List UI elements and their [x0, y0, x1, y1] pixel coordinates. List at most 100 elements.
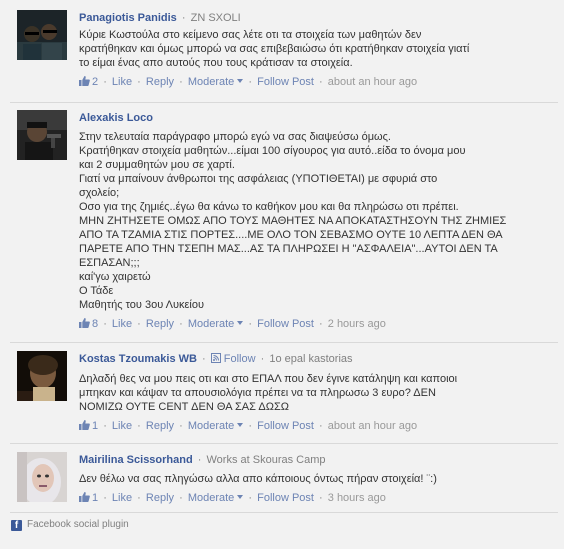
comment-line: Δηλαδή θες να μου πεις οτι και στο ΕΠΑΛ …	[79, 373, 458, 385]
comment-text: Στην τελευταία παράγραφο μπορώ εγώ να σα…	[79, 130, 549, 312]
reply-link[interactable]: Reply	[146, 76, 174, 88]
separator-dot: ·	[248, 492, 253, 504]
like-count[interactable]: 1	[92, 492, 98, 504]
like-count[interactable]: 2	[92, 76, 98, 88]
author-name[interactable]: Panagiotis Panidis	[79, 12, 177, 24]
footer-label: Facebook social plugin	[27, 519, 129, 530]
comment-line: σχολείο;	[79, 187, 120, 199]
separator-dot: ·	[319, 492, 323, 504]
reply-link[interactable]: Reply	[146, 492, 174, 504]
divider	[10, 102, 558, 103]
comment-actions: 1 · Like · Reply · Moderate · Follow Pos…	[79, 418, 549, 434]
timestamp[interactable]: 3 hours ago	[328, 492, 386, 504]
separator-dot: ·	[260, 353, 265, 365]
follow-post-link[interactable]: Follow Post	[257, 76, 314, 88]
comment-line: Γιατί να μπαίνουν άνθρωποι της ασφάλειας…	[79, 173, 438, 185]
separator-dot: ·	[181, 12, 186, 24]
separator-dot: ·	[179, 76, 183, 88]
chevron-down-icon	[237, 423, 244, 427]
avatar[interactable]	[17, 110, 67, 160]
like-link[interactable]: Like	[112, 492, 132, 504]
avatar-photo	[17, 452, 67, 502]
follow-user-link[interactable]: Follow	[210, 353, 256, 365]
avatar[interactable]	[17, 452, 67, 502]
thumbs-up-icon	[79, 492, 90, 502]
comment-line: κρατήθηκαν και όμως μπορώ να σας επιβεβα…	[79, 43, 470, 55]
avatar[interactable]	[17, 10, 67, 60]
thumbs-up-icon	[79, 420, 90, 430]
comment-line: ΕΣΠΑΣΑΝ;;;	[79, 257, 140, 269]
like-count[interactable]: 1	[92, 420, 98, 432]
comment-actions: 1 · Like · Reply · Moderate · Follow Pos…	[79, 490, 549, 506]
author-name[interactable]: Kostas Tzoumakis WB	[79, 353, 197, 365]
social-plugin-footer[interactable]: f Facebook social plugin	[11, 517, 129, 533]
moderate-dropdown[interactable]: Moderate	[187, 492, 244, 504]
separator-dot: ·	[179, 492, 183, 504]
separator-dot: ·	[103, 76, 107, 88]
facebook-icon: f	[11, 520, 22, 531]
separator-dot: ·	[103, 318, 107, 330]
follow-post-link[interactable]: Follow Post	[257, 492, 314, 504]
like-count[interactable]: 8	[92, 318, 98, 330]
separator-dot: ·	[197, 454, 202, 466]
comment-line: Μαθητής του 3ου Λυκείου	[79, 299, 205, 311]
moderate-label: Moderate	[187, 492, 235, 504]
comment-line: ΑΠΟ ΤΑ ΤΖΑΜΙΑ ΣΤΙΣ ΠΟΡΤΕΣ....ΜΕ ΟΛΟ ΤΟΝ …	[79, 229, 503, 241]
author-name[interactable]: Alexakis Loco	[79, 112, 153, 124]
avatar[interactable]	[17, 351, 67, 401]
separator-dot: ·	[103, 492, 107, 504]
follow-post-link[interactable]: Follow Post	[257, 420, 314, 432]
like-link[interactable]: Like	[112, 76, 132, 88]
comment-line: Κρατήθηκαν στοιχεία μαθητών...είμαι 100 …	[79, 145, 466, 157]
moderate-label: Moderate	[187, 318, 235, 330]
divider	[10, 512, 558, 513]
comment-line: ΠΑΡΕΤΕ ΑΠΟ ΤΗΝ ΤΣΕΠΗ ΜΑΣ...ΑΣ ΤΑ ΠΛΗΡΩΣΕ…	[79, 243, 498, 255]
comment-line: ΜΗΝ ΖΗΤΗΣΕΤΕ ΟΜΩΣ ΑΠΟ ΤΟΥΣ ΜΑΘΗΤΕΣ ΝΑ ΑΠ…	[79, 215, 507, 227]
timestamp[interactable]: about an hour ago	[328, 76, 417, 88]
divider	[10, 443, 558, 444]
separator-dot: ·	[248, 420, 253, 432]
like-link[interactable]: Like	[112, 318, 132, 330]
divider	[10, 342, 558, 343]
comment-line: ΝΟΜΙΖΩ ΟΥΤΕ CENT ΔΕΝ ΘΑ ΣΑΣ ΔΩΣΩ	[79, 401, 289, 413]
chevron-down-icon	[237, 79, 244, 83]
separator-dot: ·	[248, 76, 253, 88]
reply-link[interactable]: Reply	[146, 318, 174, 330]
comment-line: Στην τελευταία παράγραφο μπορώ εγώ να σα…	[79, 131, 391, 143]
timestamp[interactable]: about an hour ago	[328, 420, 417, 432]
timestamp[interactable]: 2 hours ago	[328, 318, 386, 330]
separator-dot: ·	[319, 420, 323, 432]
follow-user-label: Follow	[223, 353, 256, 365]
follow-post-link[interactable]: Follow Post	[257, 318, 314, 330]
author-name[interactable]: Mairilina Scissorhand	[79, 454, 193, 466]
author-meta[interactable]: ZN SXOLI	[191, 12, 241, 24]
moderate-dropdown[interactable]: Moderate	[187, 318, 244, 330]
separator-dot: ·	[319, 318, 323, 330]
comment-text: Δεν θέλω να σας πληγώσω αλλα απο κάποιου…	[79, 472, 549, 486]
separator-dot: ·	[137, 492, 141, 504]
author-meta[interactable]: Works at Skouras Camp	[207, 454, 326, 466]
like-link[interactable]: Like	[112, 420, 132, 432]
rss-icon	[210, 353, 221, 363]
separator-dot: ·	[137, 76, 141, 88]
avatar-photo	[17, 351, 67, 401]
comment-line: καί'γω χαιρετώ	[79, 271, 151, 283]
separator-dot: ·	[248, 318, 253, 330]
moderate-dropdown[interactable]: Moderate	[187, 420, 244, 432]
separator-dot: ·	[137, 420, 141, 432]
separator-dot: ·	[179, 420, 183, 432]
separator-dot: ·	[319, 76, 323, 88]
comment-line: και 2 συμμαθητών μου σε χαρτί.	[79, 159, 235, 171]
moderate-label: Moderate	[187, 420, 235, 432]
author-meta[interactable]: 1o epal kastorias	[269, 353, 352, 365]
comment-line: το είμαι ένας απο αυτούς που τους κράτισ…	[79, 57, 353, 69]
avatar-photo	[17, 10, 67, 60]
moderate-dropdown[interactable]: Moderate	[188, 76, 244, 88]
separator-dot: ·	[202, 353, 206, 365]
comment-line: Ο Τάδε	[79, 285, 114, 297]
reply-link[interactable]: Reply	[146, 420, 174, 432]
comment-actions: 2 · Like · Reply · Moderate · Follow Pos…	[79, 74, 549, 90]
chevron-down-icon	[237, 495, 244, 499]
comment-line: Οσο για της ζημιές..έγω θα κάνω το καθήκ…	[79, 201, 459, 213]
separator-dot: ·	[103, 420, 107, 432]
